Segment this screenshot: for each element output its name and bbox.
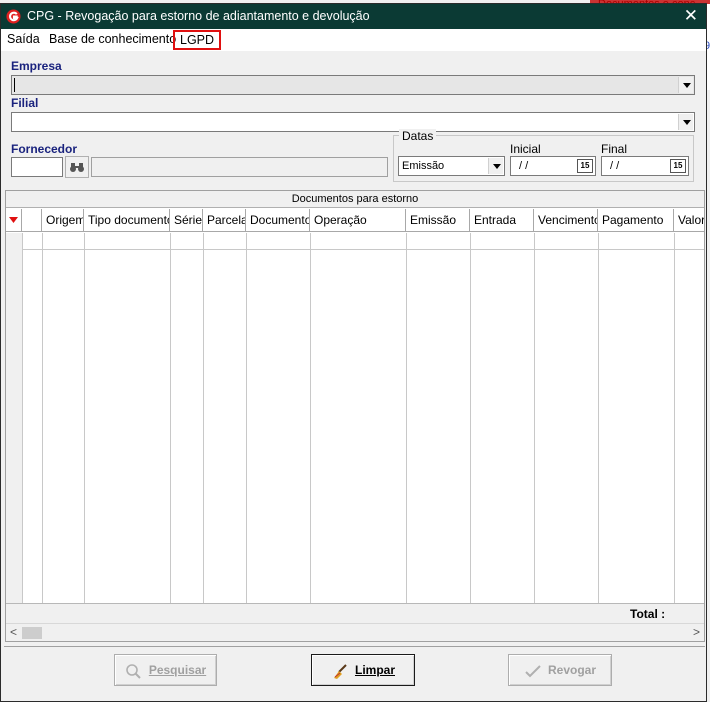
fornecedor-code-input[interactable]	[11, 157, 63, 177]
search-fornecedor-button[interactable]	[65, 156, 89, 178]
main-window: CPG - Revogação para estorno de adiantam…	[0, 3, 707, 702]
inicial-label: Inicial	[510, 142, 541, 156]
window-title: CPG - Revogação para estorno de adiantam…	[27, 9, 370, 23]
col-valor[interactable]: Valor	[674, 209, 704, 231]
col-emissao[interactable]: Emissão	[406, 209, 470, 231]
col-origem[interactable]: Origem	[42, 209, 84, 231]
binoculars-icon	[70, 163, 84, 172]
col-vencimento[interactable]: Vencimento	[534, 209, 598, 231]
empresa-label: Empresa	[11, 59, 62, 73]
select-column-header	[22, 209, 42, 231]
grid-column-divider	[246, 233, 247, 603]
app-logo-icon	[6, 9, 21, 24]
grid-column-divider	[170, 233, 171, 603]
sort-down-icon	[9, 217, 18, 223]
filial-select[interactable]	[11, 112, 695, 132]
scroll-right-icon[interactable]: >	[693, 625, 700, 639]
col-entrada[interactable]: Entrada	[470, 209, 534, 231]
grid-column-divider	[203, 233, 204, 603]
col-documento[interactable]: Documento	[246, 209, 310, 231]
final-date-input[interactable]: / / 15	[601, 156, 689, 176]
date-type-select[interactable]: Emissão	[398, 156, 505, 176]
total-label: Total :	[630, 607, 666, 621]
menu-lgpd[interactable]: LGPD	[173, 30, 222, 50]
final-label: Final	[601, 142, 628, 156]
datas-label: Datas	[399, 129, 437, 143]
row-indicator-header	[6, 209, 22, 231]
grid-footer: Total :	[6, 603, 704, 623]
final-date-value: / /	[610, 160, 620, 172]
scroll-left-icon[interactable]: <	[10, 625, 17, 639]
broom-icon	[333, 664, 347, 679]
chevron-down-icon[interactable]	[678, 77, 693, 93]
checkmark-icon	[525, 665, 541, 678]
title-bar: CPG - Revogação para estorno de adiantam…	[1, 4, 706, 29]
grid-column-divider	[22, 233, 23, 603]
menu-saida[interactable]: Saída	[7, 32, 40, 46]
documents-grid[interactable]: Documentos para estorno Origem Tipo docu…	[5, 190, 705, 642]
fornecedor-label: Fornecedor	[11, 142, 78, 156]
revogar-button[interactable]: Revogar	[508, 654, 612, 686]
col-pagamento[interactable]: Pagamento	[598, 209, 674, 231]
grid-caption: Documentos para estorno	[6, 191, 704, 208]
col-parcela[interactable]: Parcela	[203, 209, 246, 231]
calendar-icon[interactable]: 15	[577, 159, 593, 173]
pesquisar-button[interactable]: Pesquisar	[114, 654, 217, 686]
grid-column-divider	[42, 233, 43, 603]
magnifier-icon	[126, 664, 141, 679]
fornecedor-name-field	[91, 157, 388, 177]
text-caret	[14, 78, 15, 92]
col-serie[interactable]: Série	[170, 209, 203, 231]
grid-column-divider	[534, 233, 535, 603]
chevron-down-icon[interactable]	[488, 158, 503, 174]
row-indicator-column	[6, 233, 22, 603]
revogar-label: Revogar	[547, 663, 597, 677]
scroll-thumb[interactable]	[22, 627, 42, 639]
chevron-down-icon[interactable]	[678, 114, 693, 130]
calendar-icon[interactable]: 15	[670, 159, 686, 173]
date-type-value: Emissão	[402, 160, 445, 172]
col-operacao[interactable]: Operação	[310, 209, 406, 231]
close-icon[interactable]: ✕	[684, 6, 698, 26]
menu-bar: Saída Base de conhecimento LGPD	[1, 29, 706, 51]
inicial-date-value: / /	[519, 160, 529, 172]
inicial-date-input[interactable]: / / 15	[510, 156, 596, 176]
bottom-separator	[4, 646, 705, 647]
grid-row-divider	[6, 249, 704, 250]
col-tipo-documento[interactable]: Tipo documento	[84, 209, 170, 231]
grid-header: Origem Tipo documento Série Parcela Docu…	[6, 209, 704, 232]
empresa-select[interactable]	[11, 75, 695, 95]
limpar-button[interactable]: Limpar	[311, 654, 415, 686]
grid-column-divider	[406, 233, 407, 603]
horizontal-scrollbar[interactable]: < >	[6, 623, 704, 641]
pesquisar-label: Pesquisar	[148, 663, 207, 677]
grid-column-divider	[84, 233, 85, 603]
grid-column-divider	[310, 233, 311, 603]
limpar-label: Limpar	[354, 663, 395, 677]
grid-column-divider	[674, 233, 675, 603]
menu-base-conhecimento[interactable]: Base de conhecimento	[49, 32, 176, 46]
grid-column-divider	[598, 233, 599, 603]
grid-column-divider	[470, 233, 471, 603]
filial-label: Filial	[11, 96, 39, 110]
